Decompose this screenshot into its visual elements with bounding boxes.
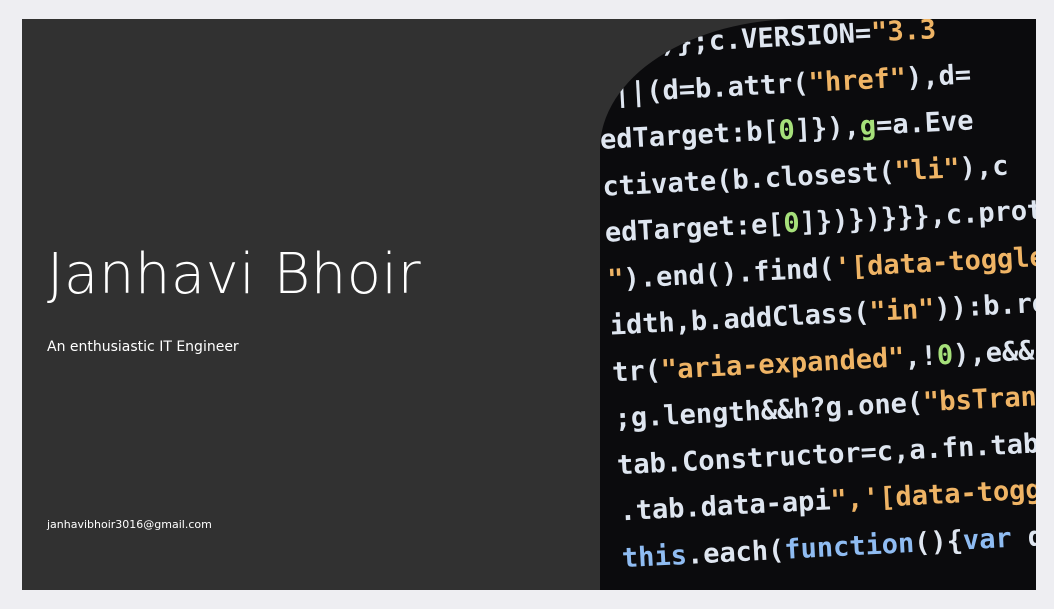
- email-text: janhavibhoir3016@gmail.com: [47, 518, 212, 531]
- code-token: ),c: [958, 150, 1010, 184]
- code-token: 0: [777, 114, 796, 147]
- code-token: function: [783, 527, 915, 566]
- code-token: ),e&&: [952, 334, 1036, 371]
- code-token: edTarget:e[: [604, 208, 785, 249]
- code-token: 0: [782, 207, 801, 240]
- code-token: idth,b.addClass(: [608, 296, 871, 342]
- code-token: "in": [868, 293, 936, 328]
- code-token: ||(d=b.attr(: [600, 67, 810, 110]
- code-lines: (b)};c.VERSION="3.3 ||(d=b.attr("href"),…: [600, 19, 1036, 582]
- code-token: ]}),: [794, 111, 861, 146]
- code-token: ",'[data-togg: [829, 474, 1036, 517]
- code-token: "href": [807, 62, 907, 99]
- code-token: "li": [893, 152, 961, 187]
- code-token: )):b.re: [933, 287, 1036, 325]
- code-token: d=: [1027, 519, 1036, 553]
- code-token: ;g.length&&h?g.one(: [613, 387, 924, 435]
- hero-card: Janhavi Bhoir An enthusiastic IT Enginee…: [22, 19, 1036, 590]
- code-token: (){: [913, 524, 964, 559]
- tagline: An enthusiastic IT Engineer: [47, 339, 239, 355]
- code-token: "3.3: [870, 19, 937, 49]
- code-token: ]})})}}},c.prot: [798, 194, 1036, 239]
- code-token: .tab.data-api: [618, 485, 832, 528]
- code-token: tr(: [611, 354, 662, 389]
- code-screenshot-image: (b)};c.VERSION="3.3 ||(d=b.attr("href"),…: [600, 19, 1036, 590]
- code-token: ": [606, 263, 625, 296]
- code-token: =a.Eve: [875, 105, 975, 142]
- code-token: edTarget:b[: [600, 115, 780, 156]
- code-token: ),d=: [905, 58, 972, 94]
- code-token: '[data-toggle: [833, 241, 1036, 284]
- code-token: .each(: [686, 534, 786, 571]
- code-token: "bsTrans: [922, 380, 1036, 419]
- code-token: var: [962, 522, 1013, 556]
- code-token: "aria-expanded": [660, 341, 906, 386]
- name-title: Janhavi Bhoir: [47, 242, 422, 307]
- code-token: ctivate(b.closest(: [601, 155, 896, 203]
- code-token: (b)};c.VERSION=: [600, 19, 872, 63]
- code-token: ).end().find(: [622, 252, 836, 295]
- code-token: ,!: [903, 340, 938, 373]
- code-token: this: [621, 539, 688, 574]
